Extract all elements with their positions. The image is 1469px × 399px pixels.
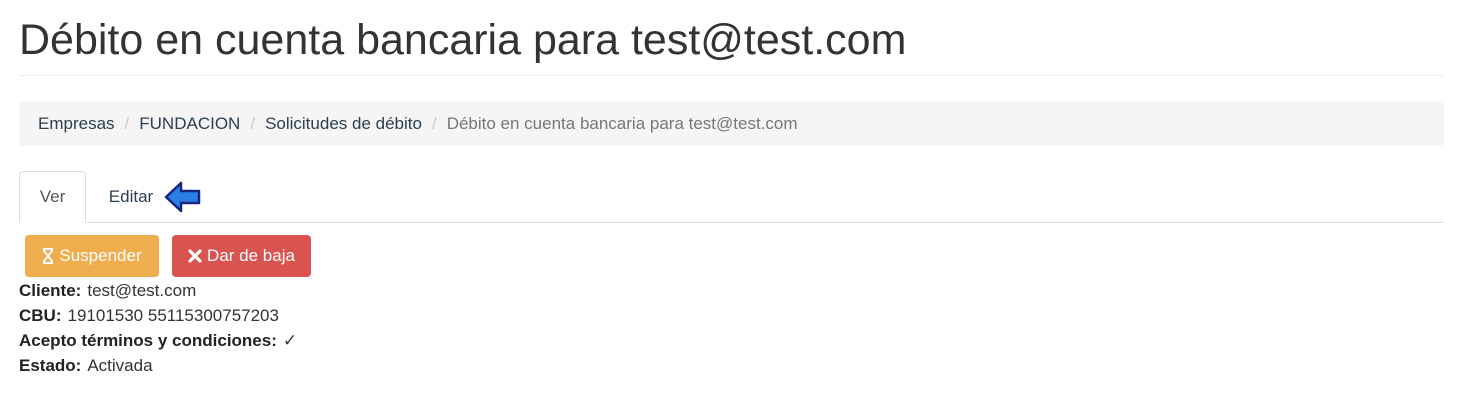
tab-ver[interactable]: Ver	[19, 171, 86, 223]
detail-estado: Estado: Activada	[19, 353, 297, 378]
detail-value: 19101530 55115300757203	[67, 306, 279, 325]
details-list: Cliente: test@test.com CBU: 19101530 55115…	[19, 278, 297, 378]
breadcrumb-item-solicitudes[interactable]: Solicitudes de débito	[265, 114, 422, 134]
breadcrumb-separator: /	[124, 113, 130, 133]
breadcrumb-separator: /	[250, 113, 256, 133]
detail-label: Cliente:	[19, 281, 82, 300]
detail-cliente: Cliente: test@test.com	[19, 278, 297, 303]
page-title: Débito en cuenta bancaria para test@test…	[19, 16, 907, 64]
page: Débito en cuenta bancaria para test@test…	[0, 0, 1469, 399]
breadcrumb-item-current: Débito en cuenta bancaria para test@test…	[446, 113, 798, 133]
times-icon	[188, 249, 202, 263]
unsubscribe-button-label: Dar de baja	[207, 246, 295, 265]
tab-editar[interactable]: Editar	[108, 171, 154, 223]
detail-cbu: CBU: 19101530 55115300757203	[19, 303, 297, 328]
hourglass-icon	[42, 248, 54, 264]
breadcrumb-item-empresas[interactable]: Empresas	[38, 114, 115, 134]
breadcrumb-item-fundacion[interactable]: FUNDACION	[139, 114, 240, 134]
detail-value: Activada	[87, 356, 153, 375]
detail-value: test@test.com	[87, 281, 197, 300]
detail-label: CBU:	[19, 306, 62, 325]
breadcrumb-separator: /	[431, 113, 437, 133]
detail-terminos: Acepto términos y condiciones: ✓	[19, 328, 297, 353]
blue-arrow-left-icon	[164, 181, 201, 213]
check-icon: ✓	[282, 331, 298, 350]
tab-bar: Ver Editar	[19, 171, 1444, 223]
suspend-button-label: Suspender	[59, 246, 142, 265]
detail-label: Estado:	[19, 356, 82, 375]
suspend-button[interactable]: Suspender	[25, 235, 159, 277]
breadcrumb: Empresas / FUNDACION / Solicitudes de dé…	[19, 101, 1444, 146]
title-divider	[19, 75, 1444, 76]
detail-label: Acepto términos y condiciones:	[19, 331, 277, 350]
unsubscribe-button[interactable]: Dar de baja	[172, 235, 311, 277]
